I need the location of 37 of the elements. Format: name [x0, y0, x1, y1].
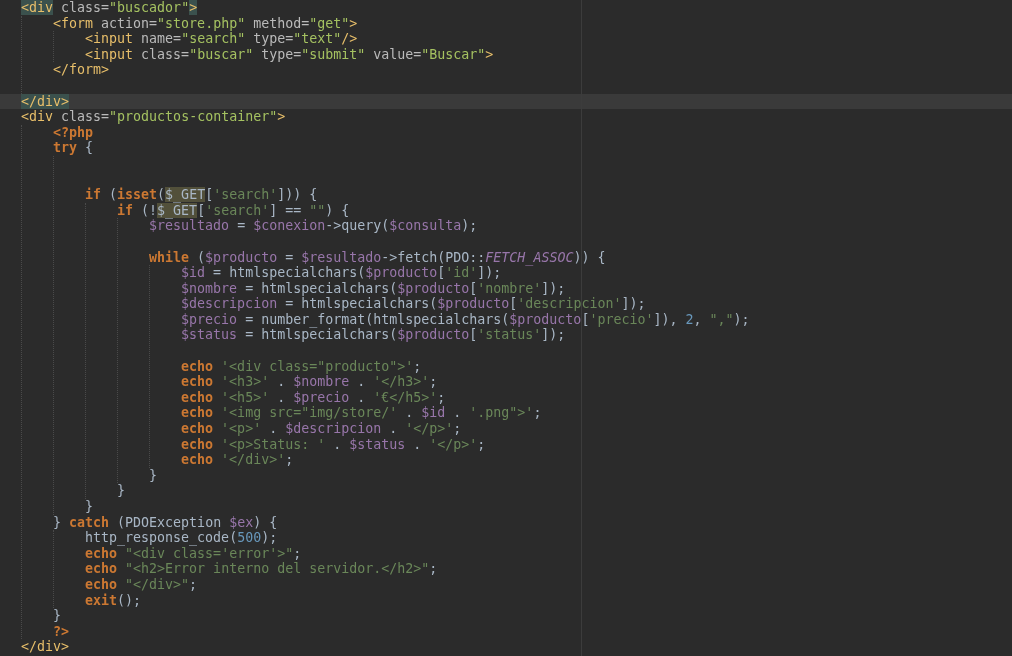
code-line: echo '<h5>' . $precio . '€</h5>'; — [181, 389, 446, 406]
code-line: $nombre = htmlspecialchars($producto['nombre']); — [181, 280, 566, 297]
code-line: <input name="search" type="text"/> — [85, 31, 358, 47]
code-line: $precio = number_format(htmlspecialchars($producto['precio']), 2, ","); — [181, 311, 750, 328]
code-line: } — [149, 467, 158, 484]
code-line: echo '<div class="producto">'; — [181, 358, 422, 375]
code-line: echo "</div>"; — [85, 576, 198, 593]
code-line: while ($producto = $resultado->fetch(PDO::FETCH_ASSOC)) { — [149, 249, 606, 266]
code-editor[interactable] — [0, 0, 1012, 656]
code-line: echo '<p>' . $descripcion . '</p>'; — [181, 421, 462, 437]
code-line: echo '</div>'; — [181, 452, 294, 468]
code-line: } — [53, 608, 62, 624]
code-line: </div> — [21, 639, 70, 655]
code-line: exit(); — [85, 592, 142, 609]
code-line: $resultado = $conexion->query($consulta); — [149, 218, 478, 234]
code-line: $status = htmlspecialchars($producto['status']); — [181, 327, 566, 344]
code-line: if (!$_GET['search'] == "") { — [117, 202, 350, 219]
code-line: echo "<div class='error'>"; — [85, 545, 302, 562]
code-line: ?> — [53, 623, 70, 640]
code-line: </form> — [53, 62, 110, 78]
code-line: } — [85, 499, 94, 515]
code-line: } — [117, 483, 126, 499]
code-line: $descripcion = htmlspecialchars($producto['descripcion']); — [181, 296, 646, 312]
code-line: $id = htmlspecialchars($producto['id']); — [181, 265, 502, 281]
code-line: http_response_code(500); — [85, 530, 278, 546]
code-line: <div class="buscador"> — [21, 0, 198, 16]
code-line: echo '<h3>' . $nombre . '</h3>'; — [181, 374, 438, 390]
code-line: <form action="store.php" method="get"> — [53, 15, 358, 32]
code-line: try { — [53, 140, 94, 156]
code-line: } catch (PDOException $ex) { — [53, 514, 278, 531]
code-line: echo '<img src="img/store/' . $id . '.png">'; — [181, 405, 542, 422]
code-line: <input class="buscar" type="submit" value="Buscar"> — [85, 46, 494, 63]
code-line: echo '<p>Status: ' . $status . '</p>'; — [181, 436, 486, 453]
code-line: if (isset($_GET['search'])) { — [85, 187, 318, 203]
code-line: <?php — [53, 124, 94, 141]
code-line: echo "<h2>Error interno del servidor.</h2>"; — [85, 561, 438, 577]
code-line: <div class="productos-container"> — [21, 109, 286, 125]
